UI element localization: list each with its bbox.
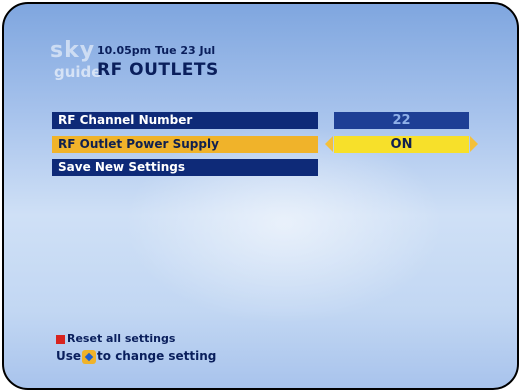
reset-label: Reset all settings: [67, 332, 176, 345]
change-setting-hint: Use to change setting: [56, 349, 216, 364]
reset-hint: Reset all settings: [56, 332, 175, 345]
power-supply-value-text: ON: [390, 137, 413, 152]
red-button-icon: [56, 334, 65, 344]
rf-channel-number-value[interactable]: 22: [334, 112, 469, 129]
menu-item-rf-outlet-power-supply[interactable]: RF Outlet Power Supply: [52, 136, 318, 153]
sky-logo: sky: [50, 38, 96, 63]
menu-item-save-new-settings[interactable]: Save New Settings: [52, 159, 318, 176]
guide-logo: guide: [54, 63, 102, 81]
right-arrow-icon[interactable]: [470, 136, 478, 152]
use-text: Use: [56, 349, 82, 363]
navigation-arrows-icon: [82, 349, 97, 364]
tv-screen: sky guide 10.05pm Tue 23 Jul RF OUTLETS …: [2, 2, 519, 390]
rf-outlet-power-supply-value[interactable]: ON: [325, 136, 478, 153]
date-time: 10.05pm Tue 23 Jul: [97, 44, 216, 57]
menu-item-rf-channel-number[interactable]: RF Channel Number: [52, 112, 318, 129]
background-glow: [124, 124, 444, 324]
left-arrow-icon[interactable]: [325, 136, 333, 152]
change-setting-text: to change setting: [97, 349, 217, 363]
page-title: RF OUTLETS: [97, 60, 219, 80]
